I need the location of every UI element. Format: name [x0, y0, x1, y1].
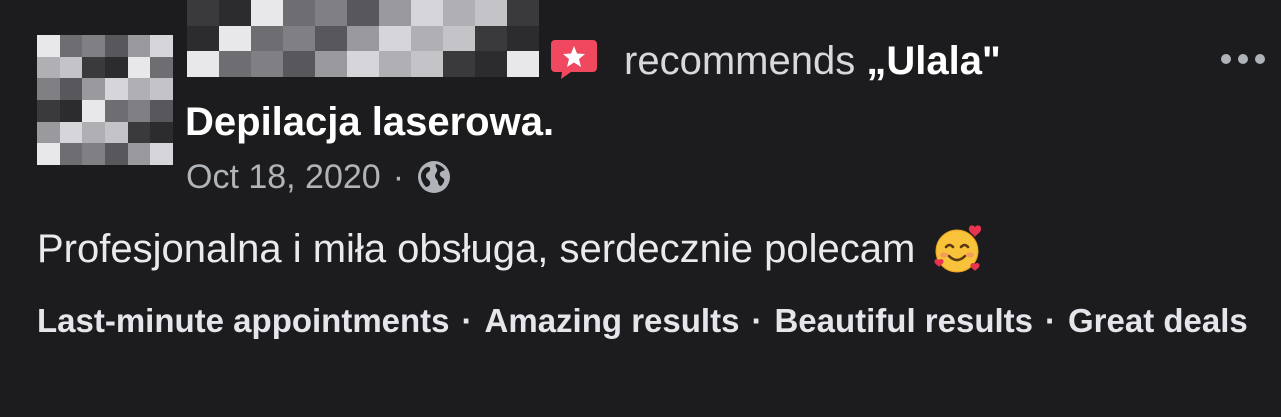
- tag-separator: ·: [461, 302, 473, 339]
- tag-separator: ·: [1045, 302, 1056, 339]
- tag-item[interactable]: Great deals: [1068, 302, 1248, 339]
- tag-item[interactable]: Last-minute appointments: [37, 302, 450, 339]
- tag-item[interactable]: Beautiful results: [774, 302, 1033, 339]
- post-meta: Oct 18, 2020 ·: [186, 155, 452, 199]
- recommends-text: recommends: [624, 39, 856, 83]
- recommend-star-icon: [551, 40, 597, 79]
- post-body: Profesjonalna i miła obsługa, serdecznie…: [37, 222, 985, 276]
- avatar[interactable]: [37, 35, 173, 165]
- more-options-icon[interactable]: [1221, 54, 1265, 64]
- post-text: Profesjonalna i miła obsługa, serdecznie…: [37, 227, 916, 271]
- service-name: Depilacja laserowa.: [185, 100, 555, 144]
- tag-item[interactable]: Amazing results: [485, 302, 740, 339]
- meta-separator: ·: [392, 158, 405, 196]
- recommendation-tags: Last-minute appointments · Amazing results…: [37, 298, 1257, 344]
- smiling-face-with-hearts-emoji: [934, 225, 982, 273]
- tag-separator: ·: [751, 302, 763, 339]
- author-name-redacted[interactable]: [187, 0, 539, 77]
- page-name-link[interactable]: „Ulala": [866, 39, 1001, 83]
- globe-icon[interactable]: [416, 159, 452, 195]
- post-date[interactable]: Oct 18, 2020: [186, 155, 381, 199]
- recommendation-header: recommends „Ulala": [624, 38, 1001, 84]
